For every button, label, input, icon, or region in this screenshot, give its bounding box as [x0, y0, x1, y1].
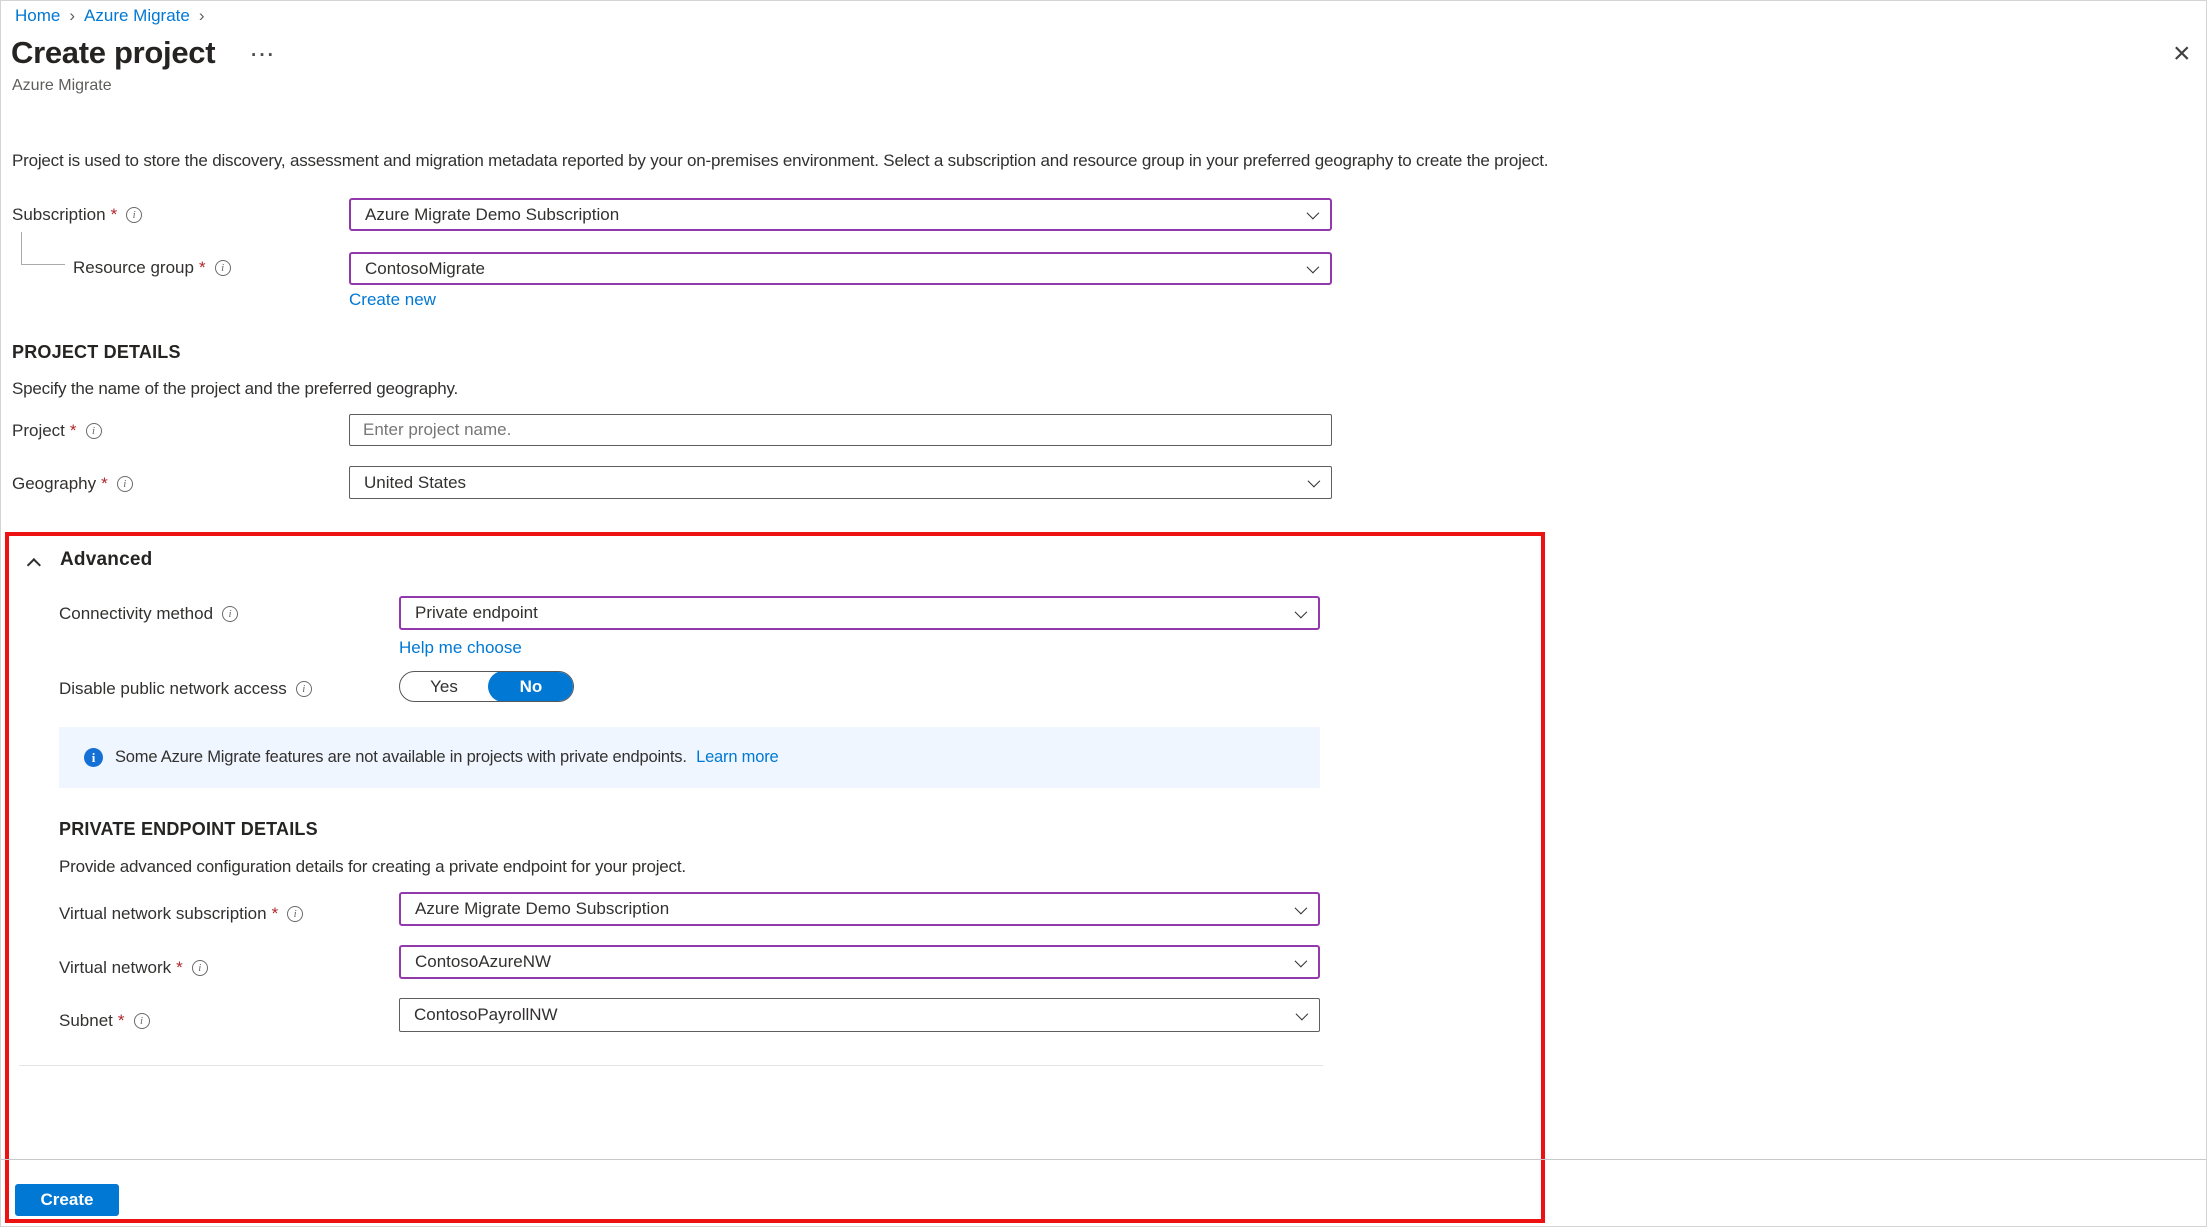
footer-divider [1, 1159, 2207, 1160]
chevron-down-icon [1308, 475, 1321, 488]
private-endpoint-description: Provide advanced configuration details f… [59, 857, 686, 877]
banner-text: Some Azure Migrate features are not avai… [115, 748, 778, 767]
resource-group-dropdown[interactable]: ContosoMigrate [349, 252, 1332, 285]
resource-group-label: Resource group * i [73, 258, 231, 278]
more-options-icon[interactable]: ··· [251, 45, 276, 67]
toggle-option-no[interactable]: No [488, 671, 574, 702]
disable-public-access-label: Disable public network access i [59, 679, 312, 699]
indent-connector-vertical [21, 232, 22, 264]
project-label-text: Project [12, 421, 65, 441]
create-button[interactable]: Create [15, 1184, 119, 1216]
info-icon[interactable]: i [117, 476, 133, 492]
required-marker: * [272, 904, 279, 924]
private-endpoint-heading: PRIVATE ENDPOINT DETAILS [59, 819, 318, 840]
vnet-label: Virtual network * i [59, 958, 208, 978]
subscription-label-text: Subscription [12, 205, 106, 225]
subnet-label: Subnet * i [59, 1011, 150, 1031]
help-me-choose-link[interactable]: Help me choose [399, 638, 522, 658]
chevron-down-icon [1295, 954, 1308, 967]
page-title: Create project [11, 35, 215, 71]
vnet-subscription-dropdown[interactable]: Azure Migrate Demo Subscription [399, 892, 1320, 926]
resource-group-value: ContosoMigrate [365, 259, 485, 279]
chevron-down-icon [1296, 1007, 1309, 1020]
subscription-value: Azure Migrate Demo Subscription [365, 205, 619, 225]
required-marker: * [199, 258, 206, 278]
subscription-dropdown[interactable]: Azure Migrate Demo Subscription [349, 198, 1332, 231]
create-new-link[interactable]: Create new [349, 290, 436, 310]
disable-public-access-label-text: Disable public network access [59, 679, 287, 699]
connectivity-method-label-text: Connectivity method [59, 604, 213, 624]
required-marker: * [176, 958, 183, 978]
info-icon[interactable]: i [296, 681, 312, 697]
project-details-heading: PROJECT DETAILS [12, 342, 181, 363]
info-icon[interactable]: i [222, 606, 238, 622]
highlight-rectangle [5, 532, 1545, 1223]
page-description: Project is used to store the discovery, … [12, 151, 1548, 171]
breadcrumb: Home › Azure Migrate › [15, 6, 205, 26]
subnet-value: ContosoPayrollNW [414, 1005, 558, 1025]
form-bottom-divider [19, 1065, 1323, 1066]
required-marker: * [70, 421, 77, 441]
subscription-label: Subscription * i [12, 205, 142, 225]
geography-label-text: Geography [12, 474, 96, 494]
resource-group-label-text: Resource group [73, 258, 194, 278]
breadcrumb-separator-icon: › [69, 6, 75, 26]
info-icon[interactable]: i [126, 207, 142, 223]
vnet-value: ContosoAzureNW [415, 952, 551, 972]
geography-label: Geography * i [12, 474, 133, 494]
breadcrumb-separator-icon: › [199, 6, 205, 26]
breadcrumb-azure-migrate[interactable]: Azure Migrate [84, 6, 190, 26]
chevron-down-icon [1307, 207, 1320, 220]
required-marker: * [111, 205, 118, 225]
connectivity-method-dropdown[interactable]: Private endpoint [399, 596, 1320, 630]
breadcrumb-home[interactable]: Home [15, 6, 60, 26]
info-banner: i Some Azure Migrate features are not av… [59, 727, 1320, 788]
vnet-subscription-label: Virtual network subscription * i [59, 904, 303, 924]
disable-public-access-toggle[interactable]: Yes No [399, 671, 574, 702]
indent-connector-horizontal [21, 264, 65, 265]
banner-message: Some Azure Migrate features are not avai… [115, 748, 687, 766]
connectivity-method-value: Private endpoint [415, 603, 538, 623]
create-project-panel: Home › Azure Migrate › Create project ··… [0, 0, 2207, 1227]
learn-more-link[interactable]: Learn more [696, 748, 778, 766]
chevron-down-icon [1295, 901, 1308, 914]
project-details-description: Specify the name of the project and the … [12, 379, 458, 399]
info-icon[interactable]: i [192, 960, 208, 976]
connectivity-method-label: Connectivity method i [59, 604, 238, 624]
info-icon[interactable]: i [215, 260, 231, 276]
chevron-down-icon [1295, 605, 1308, 618]
project-label: Project * i [12, 421, 102, 441]
vnet-subscription-label-text: Virtual network subscription [59, 904, 267, 924]
collapse-chevron-icon[interactable] [27, 558, 41, 572]
banner-info-icon: i [84, 748, 103, 767]
vnet-subscription-value: Azure Migrate Demo Subscription [415, 899, 669, 919]
geography-value: United States [364, 473, 466, 493]
vnet-dropdown[interactable]: ContosoAzureNW [399, 945, 1320, 979]
vnet-label-text: Virtual network [59, 958, 171, 978]
required-marker: * [118, 1011, 125, 1031]
close-icon[interactable]: × [2173, 39, 2191, 69]
required-marker: * [101, 474, 108, 494]
project-name-input[interactable] [349, 414, 1332, 446]
toggle-option-yes[interactable]: Yes [400, 677, 488, 697]
geography-dropdown[interactable]: United States [349, 466, 1332, 499]
info-icon[interactable]: i [134, 1013, 150, 1029]
chevron-down-icon [1307, 261, 1320, 274]
subnet-dropdown[interactable]: ContosoPayrollNW [399, 998, 1320, 1032]
info-icon[interactable]: i [86, 423, 102, 439]
page-subtitle: Azure Migrate [12, 77, 112, 95]
info-icon[interactable]: i [287, 906, 303, 922]
advanced-heading[interactable]: Advanced [60, 549, 152, 571]
subnet-label-text: Subnet [59, 1011, 113, 1031]
